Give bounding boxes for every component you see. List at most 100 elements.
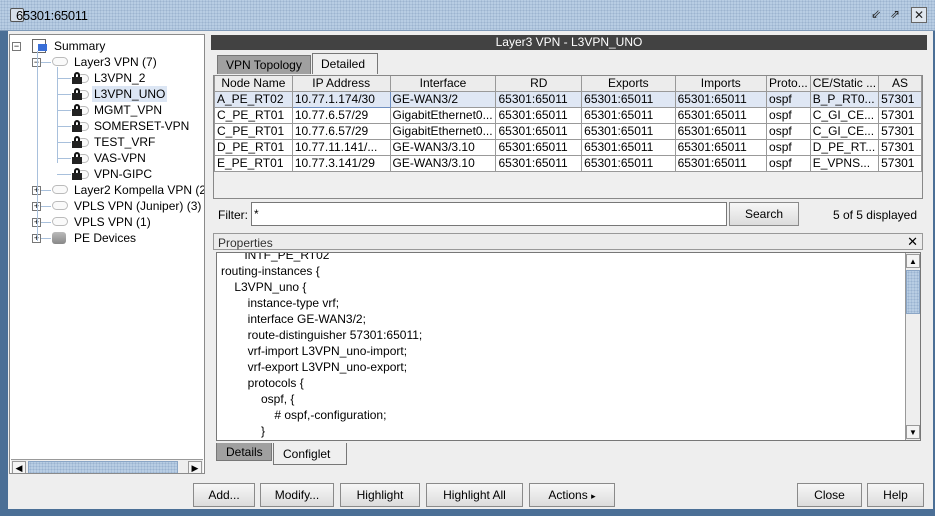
column-header[interactable]: CE/Static ... — [809, 76, 880, 92]
table-cell[interactable]: C_PE_RT01 — [214, 106, 293, 124]
configlet-text-area[interactable]: INTF_PE_RT02 routing-instances { L3VPN_un… — [216, 252, 921, 441]
table-cell[interactable]: E_VPNS... — [809, 154, 880, 172]
scroll-down-icon[interactable]: ▼ — [906, 425, 920, 439]
table-cell[interactable]: ospf — [766, 122, 811, 140]
table-cell[interactable]: D_PE_RT... — [809, 138, 880, 156]
table-cell[interactable]: 65301:65011 — [495, 90, 583, 108]
column-header[interactable]: Exports — [581, 76, 676, 92]
add-button[interactable]: Add... — [193, 483, 255, 507]
table-row[interactable]: C_PE_RT01 10.77.6.57/29 GigabitEthernet0..… — [214, 122, 922, 140]
scroll-up-icon[interactable]: ▲ — [906, 254, 920, 268]
table-cell[interactable]: GE-WAN3/2 — [389, 90, 497, 108]
table-cell[interactable]: 65301:65011 — [581, 106, 676, 124]
tree-item-label: PE Devices — [74, 231, 137, 245]
close-icon[interactable]: ✕ — [907, 234, 918, 250]
title-bar[interactable]: 65301:65011 ⇙ ⇗ ✕ — [0, 0, 935, 31]
table-cell[interactable]: C_PE_RT01 — [214, 122, 293, 140]
tree-item[interactable]: −Layer3 VPN (7) — [10, 54, 204, 70]
table-cell[interactable]: ospf — [766, 106, 811, 124]
tree-item[interactable]: VAS-VPN — [10, 150, 204, 166]
tree-item[interactable]: +VPLS VPN (1) — [10, 214, 204, 230]
table-row[interactable]: A_PE_RT02 10.77.1.174/30 GE-WAN3/2 65301:65… — [214, 90, 922, 108]
tab-vpn-topology[interactable]: VPN Topology — [217, 55, 311, 74]
table-cell[interactable]: 65301:65011 — [581, 154, 676, 172]
table-cell[interactable]: 10.77.11.141/... — [291, 138, 391, 156]
column-header[interactable]: Proto... — [766, 76, 811, 92]
table-row[interactable]: E_PE_RT01 10.77.3.141/29 GE-WAN3/3.10 65301… — [214, 154, 922, 172]
tree-item[interactable]: SOMERSET-VPN — [10, 118, 204, 134]
table-cell[interactable]: 57301 — [878, 138, 922, 156]
table-cell[interactable]: 65301:65011 — [495, 154, 583, 172]
table-cell[interactable]: 65301:65011 — [495, 122, 583, 140]
table-cell[interactable]: 65301:65011 — [581, 122, 676, 140]
table-cell[interactable]: 65301:65011 — [581, 90, 676, 108]
table-row[interactable]: D_PE_RT01 10.77.11.141/... GE-WAN3/3.10 653… — [214, 138, 922, 156]
tree-item[interactable]: L3VPN_UNO — [10, 86, 204, 102]
maximize-icon[interactable]: ⇗ — [887, 7, 903, 23]
table-cell[interactable]: ospf — [766, 154, 811, 172]
table-cell[interactable]: 10.77.3.141/29 — [291, 154, 391, 172]
table-cell[interactable]: 65301:65011 — [495, 106, 583, 124]
table-cell[interactable]: 65301:65011 — [674, 90, 768, 108]
column-header[interactable]: Imports — [674, 76, 768, 92]
tree-item[interactable]: +Layer2 Kompella VPN (2 — [10, 182, 204, 198]
highlight-button[interactable]: Highlight — [340, 483, 420, 507]
tree-item[interactable]: TEST_VRF — [10, 134, 204, 150]
table-cell[interactable]: GigabitEthernet0... — [389, 106, 497, 124]
table-cell[interactable]: GE-WAN3/3.10 — [389, 138, 497, 156]
table-cell[interactable]: GigabitEthernet0... — [389, 122, 497, 140]
tree-item[interactable]: MGMT_VPN — [10, 102, 204, 118]
table-cell[interactable]: 57301 — [878, 90, 922, 108]
filter-input[interactable] — [251, 202, 727, 226]
column-header[interactable]: Interface — [389, 76, 497, 92]
table-cell[interactable]: A_PE_RT02 — [214, 90, 293, 108]
scrollbar-thumb[interactable] — [906, 270, 920, 314]
table-cell[interactable]: 57301 — [878, 122, 922, 140]
table-cell[interactable]: D_PE_RT01 — [214, 138, 293, 156]
tab-configlet[interactable]: Configlet — [273, 443, 347, 465]
column-header[interactable]: IP Address — [291, 76, 391, 92]
table-cell[interactable]: ospf — [766, 138, 811, 156]
table-cell[interactable]: 10.77.1.174/30 — [291, 90, 391, 108]
tree-item[interactable]: − Summary — [10, 38, 204, 54]
search-button[interactable]: Search — [729, 202, 799, 226]
highlight-all-button[interactable]: Highlight All — [426, 483, 523, 507]
table-cell[interactable]: C_GI_CE... — [809, 106, 880, 124]
table-row[interactable]: C_PE_RT01 10.77.6.57/29 GigabitEthernet0..… — [214, 106, 922, 124]
collapse-icon[interactable]: − — [12, 42, 21, 51]
table-cell[interactable]: 65301:65011 — [674, 122, 768, 140]
column-header[interactable]: RD — [495, 76, 583, 92]
column-header[interactable]: AS — [878, 76, 922, 92]
table-cell[interactable]: 65301:65011 — [581, 138, 676, 156]
table-cell[interactable]: C_GI_CE... — [809, 122, 880, 140]
table-cell[interactable]: 10.77.6.57/29 — [291, 106, 391, 124]
help-button[interactable]: Help — [867, 483, 924, 507]
table-cell[interactable]: 65301:65011 — [495, 138, 583, 156]
table-cell[interactable]: 10.77.6.57/29 — [291, 122, 391, 140]
table-cell[interactable]: B_P_RT0... — [809, 90, 880, 108]
table-cell[interactable]: E_PE_RT01 — [214, 154, 293, 172]
tree-connector — [37, 51, 38, 241]
tab-details[interactable]: Details — [216, 443, 272, 461]
tree-item[interactable]: +VPLS VPN (Juniper) (3) — [10, 198, 204, 214]
tree-connector — [57, 158, 71, 159]
tree-item[interactable]: L3VPN_2 — [10, 70, 204, 86]
properties-vertical-scrollbar[interactable]: ▲ ▼ — [905, 253, 920, 440]
close-icon[interactable]: ✕ — [911, 7, 927, 23]
modify-button[interactable]: Modify... — [260, 483, 334, 507]
table-cell[interactable]: 65301:65011 — [674, 106, 768, 124]
tree-item[interactable]: +PE Devices — [10, 230, 204, 246]
actions-button[interactable]: Actions ▸ — [529, 483, 615, 507]
table-cell[interactable]: GE-WAN3/3.10 — [389, 154, 497, 172]
table-cell[interactable]: ospf — [766, 90, 811, 108]
tree-item[interactable]: VPN-GIPC — [10, 166, 204, 182]
table-cell[interactable]: 65301:65011 — [674, 154, 768, 172]
table-cell[interactable]: 65301:65011 — [674, 138, 768, 156]
table-cell[interactable]: 57301 — [878, 106, 922, 124]
table-cell[interactable]: 57301 — [878, 154, 922, 172]
restore-icon[interactable]: ⇙ — [868, 7, 884, 23]
column-header[interactable]: Node Name — [214, 76, 293, 92]
tab-detailed[interactable]: Detailed — [312, 53, 378, 74]
close-button[interactable]: Close — [797, 483, 862, 507]
config-line: INTF_PE_RT02 — [221, 252, 330, 262]
